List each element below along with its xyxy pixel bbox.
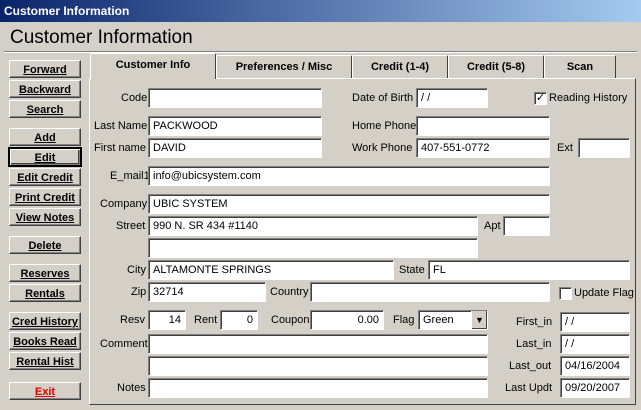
street2-field[interactable] bbox=[148, 238, 478, 258]
work-phone-field[interactable]: 407-551-0772 bbox=[416, 138, 550, 158]
code-label: Code bbox=[121, 92, 148, 104]
tab-preferences-misc[interactable]: Preferences / Misc bbox=[216, 55, 352, 78]
last-name-label: Last Name bbox=[94, 120, 148, 132]
search-button[interactable]: Search bbox=[9, 100, 81, 118]
reserves-button[interactable]: Reserves bbox=[9, 264, 81, 282]
update-flag-checkbox[interactable] bbox=[559, 287, 572, 300]
first-name-field[interactable]: DAVID bbox=[148, 138, 322, 158]
reading-history-checkbox[interactable]: ✓ bbox=[534, 92, 547, 105]
dob-field[interactable]: / / bbox=[416, 88, 488, 108]
edit-button[interactable]: Edit bbox=[8, 147, 82, 167]
tab-credit-5-8[interactable]: Credit (5-8) bbox=[448, 55, 544, 78]
title-bar: Customer Information bbox=[0, 0, 641, 22]
country-field[interactable] bbox=[310, 282, 550, 302]
print-credit-button[interactable]: Print Credit bbox=[9, 188, 81, 206]
flag-select[interactable]: Green ▼ bbox=[418, 310, 488, 330]
street1-field[interactable]: 990 N. SR 434 #1140 bbox=[148, 216, 478, 236]
rentals-button[interactable]: Rentals bbox=[9, 284, 81, 302]
country-label: Country bbox=[270, 286, 309, 298]
last-in-label: Last_in bbox=[516, 338, 552, 350]
tab-credit-1-4[interactable]: Credit (1-4) bbox=[352, 55, 448, 78]
rent-field[interactable]: 0 bbox=[220, 310, 258, 330]
state-field[interactable]: FL bbox=[428, 260, 630, 280]
home-phone-label: Home Phone bbox=[352, 120, 417, 132]
window-title: Customer Information bbox=[4, 4, 130, 18]
backward-button[interactable]: Backward bbox=[9, 80, 81, 98]
last-updt-field[interactable]: 09/20/2007 bbox=[560, 378, 630, 398]
work-phone-label: Work Phone bbox=[352, 142, 413, 154]
code-field[interactable] bbox=[148, 88, 322, 108]
first-in-field[interactable]: / / bbox=[560, 312, 630, 332]
apt-field[interactable] bbox=[503, 216, 550, 236]
notes-label: Notes bbox=[117, 382, 146, 394]
comment-label: Comment bbox=[100, 338, 148, 350]
apt-label: Apt bbox=[484, 220, 501, 232]
ext-field[interactable] bbox=[578, 138, 630, 158]
city-field[interactable]: ALTAMONTE SPRINGS bbox=[148, 260, 394, 280]
comment2-field[interactable] bbox=[148, 356, 488, 376]
tab-customer-info[interactable]: Customer Info bbox=[90, 53, 216, 79]
rental-hist-button[interactable]: Rental Hist bbox=[9, 352, 81, 370]
company-label: Company bbox=[100, 198, 148, 210]
tab-scan[interactable]: Scan bbox=[544, 55, 616, 78]
last-out-label: Last_out bbox=[509, 360, 552, 372]
zip-field[interactable]: 32714 bbox=[148, 282, 266, 302]
view-notes-button[interactable]: View Notes bbox=[9, 208, 81, 226]
email-field[interactable]: info@ubicsystem.com bbox=[148, 166, 550, 186]
state-label: State bbox=[399, 264, 425, 276]
last-name-field[interactable]: PACKWOOD bbox=[148, 116, 322, 136]
last-updt-label: Last Updt bbox=[505, 382, 553, 394]
edit-credit-button[interactable]: Edit Credit bbox=[9, 168, 81, 186]
resv-field[interactable]: 14 bbox=[148, 310, 186, 330]
first-in-label: First_in bbox=[516, 316, 553, 328]
last-out-field[interactable]: 04/16/2004 bbox=[560, 356, 630, 376]
resv-label: Resv bbox=[120, 314, 146, 326]
page-title: Customer Information bbox=[10, 27, 193, 48]
add-button[interactable]: Add bbox=[9, 128, 81, 146]
flag-label: Flag bbox=[393, 314, 415, 326]
last-in-field[interactable]: / / bbox=[560, 334, 630, 354]
coupon-field[interactable]: 0.00 bbox=[310, 310, 384, 330]
street-label: Street bbox=[116, 220, 146, 232]
ext-label: Ext bbox=[557, 142, 573, 154]
comment1-field[interactable] bbox=[148, 334, 488, 354]
update-flag-label: Update Flag bbox=[574, 287, 634, 299]
rent-label: Rent bbox=[194, 314, 218, 326]
dob-label: Date of Birth bbox=[352, 92, 414, 104]
home-phone-field[interactable] bbox=[416, 116, 550, 136]
exit-button[interactable]: Exit bbox=[9, 382, 81, 400]
forward-button[interactable]: Forward bbox=[9, 60, 81, 78]
chevron-down-icon[interactable]: ▼ bbox=[471, 311, 487, 329]
first-name-label: First name bbox=[94, 142, 146, 154]
zip-label: Zip bbox=[131, 286, 147, 298]
email-label: E_mail1 bbox=[110, 170, 150, 182]
delete-button[interactable]: Delete bbox=[9, 236, 81, 254]
books-read-button[interactable]: Books Read bbox=[9, 332, 81, 350]
city-label: City bbox=[127, 264, 146, 276]
notes-field[interactable] bbox=[148, 378, 488, 398]
company-field[interactable]: UBIC SYSTEM bbox=[148, 194, 550, 214]
cred-history-button[interactable]: Cred History bbox=[9, 312, 81, 330]
coupon-label: Coupon bbox=[271, 314, 310, 326]
reading-history-label: Reading History bbox=[549, 92, 628, 104]
flag-value: Green bbox=[423, 314, 454, 326]
